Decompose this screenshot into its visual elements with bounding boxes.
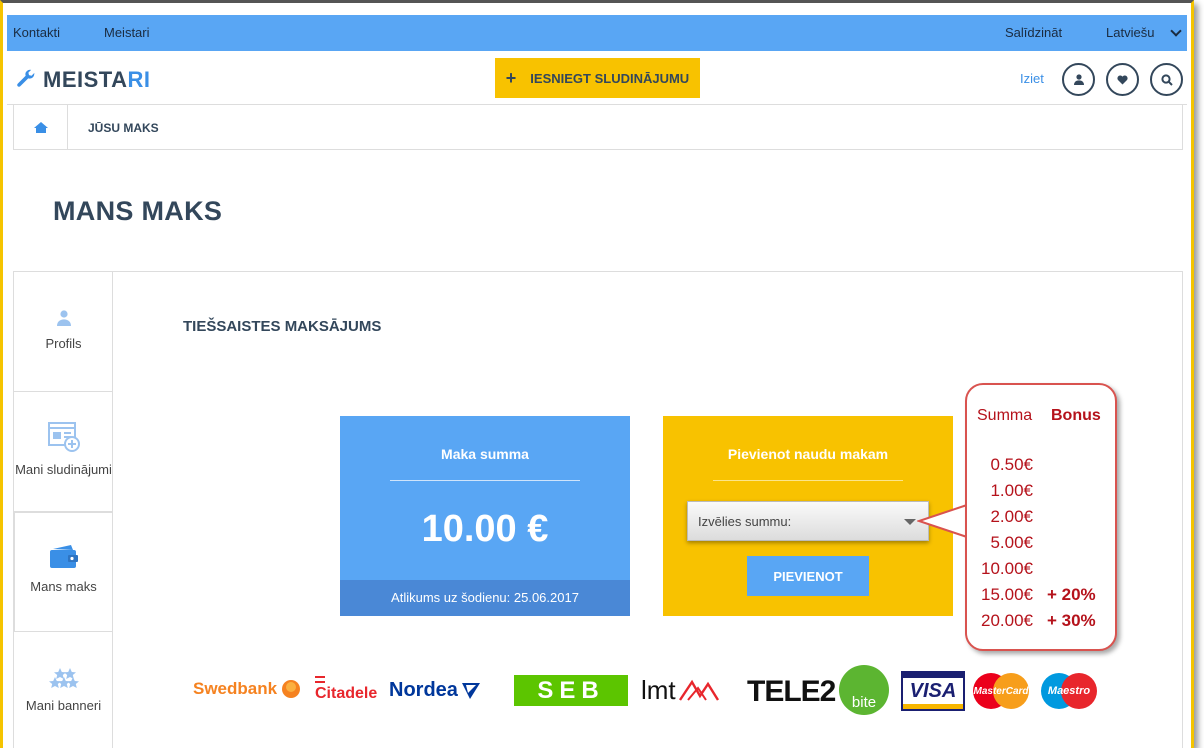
citadele-mark-icon xyxy=(315,676,325,683)
site-logo[interactable]: MEISTA RI xyxy=(15,67,150,93)
add-funds-label: Pievienot naudu makam xyxy=(727,446,889,462)
swedbank-logo: Swedbank xyxy=(193,679,302,699)
stars-icon xyxy=(48,668,79,688)
citadele-logo: Citadele xyxy=(315,675,377,703)
contacts-link[interactable]: Kontakti xyxy=(13,25,60,40)
sidebar-item-label: Mani banneri xyxy=(25,698,102,713)
lmt-mark-icon xyxy=(678,679,719,701)
wallet-balance-amount: 10.00 € xyxy=(421,508,549,550)
sidebar-item-label: Mans maks xyxy=(30,579,97,594)
nordea-wave-icon xyxy=(461,682,480,699)
wallet-balance-label: Maka summa xyxy=(441,446,529,462)
bite-logo: bite xyxy=(839,665,889,715)
maestro-logo: Maestro xyxy=(1037,671,1101,711)
top-bar: Kontakti Meistari Salīdzināt Latviešu xyxy=(7,15,1187,51)
page-title: MANS MAKS xyxy=(53,196,223,226)
logout-link[interactable]: Iziet xyxy=(1020,71,1044,86)
tele2-logo: TELE2 xyxy=(747,675,836,708)
logo-text-main: MEISTA xyxy=(43,67,128,92)
divider xyxy=(713,480,903,481)
callout-header-bonus: Bonus xyxy=(1051,407,1101,424)
wallet-balance-note: Atlikums uz šodienu: 25.06.2017 xyxy=(340,580,630,616)
site-header: MEISTA RI + IESNIEGT SLUDINĀJUMU Iziet xyxy=(7,51,1187,105)
browser-frame: Kontakti Meistari Salīdzināt Latviešu ME… xyxy=(0,0,1194,748)
wallet-icon xyxy=(49,545,78,568)
wrench-icon xyxy=(17,69,35,87)
callout-pointer xyxy=(917,504,968,538)
masters-link[interactable]: Meistari xyxy=(104,25,150,40)
sidebar-item-label: Profils xyxy=(45,336,82,351)
search-icon xyxy=(1160,73,1173,86)
sidebar-item-label: Mani sludinājumi xyxy=(15,462,112,477)
breadcrumb-home[interactable] xyxy=(14,105,68,149)
amount-select[interactable]: Izvēlies summu: xyxy=(687,501,929,541)
submit-ad-button[interactable]: + IESNIEGT SLUDINĀJUMU xyxy=(495,58,700,98)
dropdown-arrow-icon xyxy=(904,519,916,525)
logo-text-accent: RI xyxy=(127,67,151,92)
add-funds-button[interactable]: PIEVIENOT xyxy=(747,556,869,596)
heart-icon xyxy=(1117,74,1128,84)
search-button[interactable] xyxy=(1150,63,1183,96)
bonus-callout: Summa Bonus 0.50€ 1.00€ 2.00€ 5.00€ 10.0… xyxy=(965,383,1117,651)
seb-logo: SEB xyxy=(514,675,628,706)
callout-header-sum: Summa xyxy=(977,407,1033,424)
sidebar-item-banners[interactable]: Mani banneri xyxy=(14,632,113,748)
ads-icon xyxy=(47,422,80,452)
wallet-balance-card: Maka summa 10.00 € Atlikums uz šodienu: … xyxy=(340,416,630,616)
sidebar: Profils Mani sludinājumi Mans maks Mani … xyxy=(13,272,113,748)
section-title: TIEŠSAISTES MAKSĀJUMS xyxy=(183,318,382,335)
plus-icon: + xyxy=(505,67,517,88)
home-icon xyxy=(33,121,48,133)
sidebar-item-ads[interactable]: Mani sludinājumi xyxy=(14,392,113,512)
lmt-logo: lmt xyxy=(641,675,720,706)
favorites-button[interactable] xyxy=(1106,63,1139,96)
user-icon xyxy=(56,310,71,326)
user-icon xyxy=(1073,74,1084,85)
swedbank-oak-icon xyxy=(282,680,301,698)
mastercard-logo: MasterCard xyxy=(969,671,1033,711)
profile-button[interactable] xyxy=(1062,63,1095,96)
compare-link[interactable]: Salīdzināt xyxy=(1005,25,1062,40)
divider xyxy=(390,480,580,481)
sidebar-item-wallet[interactable]: Mans maks xyxy=(14,512,113,632)
visa-logo: VISA xyxy=(901,671,965,711)
breadcrumb: JŪSU MAKS xyxy=(13,104,1183,150)
nordea-logo: Nordea xyxy=(389,679,482,702)
language-select[interactable]: Latviešu xyxy=(1106,25,1154,40)
submit-ad-label: IESNIEGT SLUDINĀJUMU xyxy=(530,70,690,86)
chevron-down-icon[interactable] xyxy=(1170,25,1182,37)
sidebar-item-profile[interactable]: Profils xyxy=(14,272,113,392)
add-funds-card: Pievienot naudu makam Izvēlies summu: PI… xyxy=(663,416,953,616)
breadcrumb-current: JŪSU MAKS xyxy=(88,121,159,135)
amount-select-placeholder: Izvēlies summu: xyxy=(698,514,792,529)
